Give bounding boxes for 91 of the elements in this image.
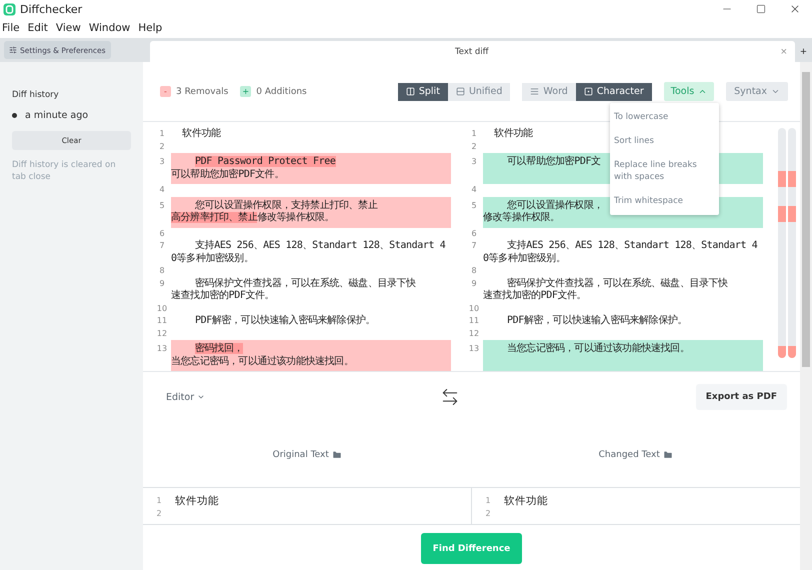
- line-number: 7: [158, 240, 166, 252]
- menu-item[interactable]: Replace line breaks with spaces: [614, 153, 715, 189]
- pane-label: Changed Text: [598, 450, 660, 460]
- code-line: 密码保护文件查找器，可以在系统、磁盘、目录下快: [194, 278, 416, 290]
- code-line: 可以帮助您加密PDF文件。: [171, 168, 284, 181]
- code-line: 支持AES 256、AES 128、Standart 128、Standart 4: [506, 240, 758, 252]
- menu-item[interactable]: Sort lines: [614, 129, 715, 153]
- code-line: 软件功能: [181, 128, 221, 140]
- line-number: 7: [470, 240, 478, 252]
- line-number: 6: [470, 228, 478, 240]
- columns-icon: [406, 87, 415, 96]
- menu-item[interactable]: Window: [88, 22, 130, 34]
- code-line: PDF解密，可以快速输入密码来解除保护。: [506, 315, 688, 328]
- menu-item[interactable]: File: [2, 22, 20, 34]
- scrollbar[interactable]: [800, 62, 812, 570]
- code-line: 0等多种加密级别。: [483, 252, 566, 265]
- close-icon: [789, 3, 801, 15]
- line-number: 4: [470, 184, 478, 196]
- code-line: 软件功能: [493, 128, 533, 140]
- chevron-down-icon: [197, 393, 206, 401]
- line-number: 1: [470, 128, 478, 140]
- line-number: 2: [155, 509, 163, 518]
- open-file-icon[interactable]: [332, 450, 342, 460]
- editor-mode-dropdown[interactable]: Editor: [166, 392, 206, 402]
- line-number: 5: [470, 200, 478, 212]
- code-line: 速查找加密的PDF文件。: [171, 290, 274, 302]
- editor-line[interactable]: 软件功能: [504, 494, 548, 508]
- export-button[interactable]: Export as PDF: [696, 384, 787, 410]
- line-number: 9: [470, 278, 478, 290]
- window-title: Diffchecker: [20, 2, 84, 16]
- line-number: 1: [158, 128, 166, 140]
- code-line: 当您忘记密码，可以通过该功能快速找回。: [171, 356, 354, 368]
- menu-item[interactable]: Trim whitespace: [614, 189, 715, 213]
- line-number: 12: [156, 328, 168, 340]
- code-line: 您可以设置操作权限，支持禁止打印、禁止: [194, 200, 378, 212]
- code-line: PDF解密，可以快速输入密码来解除保护。: [194, 315, 376, 328]
- code-line: 高分辨率打印、禁止修改等操作权限。: [171, 212, 334, 224]
- line-number: 13: [468, 343, 480, 355]
- removals-count: 3 Removals: [176, 86, 228, 96]
- code-line: 修改等操作权限。: [483, 212, 560, 224]
- line-number: 4: [158, 184, 166, 196]
- line-number: 5: [158, 200, 166, 212]
- additions-count: 0 Additions: [256, 86, 307, 96]
- code-line: 您可以设置操作权限，: [506, 200, 604, 212]
- code-line: 当您忘记密码，可以通过该功能快速找回。: [506, 343, 690, 356]
- app-logo-icon: [3, 2, 16, 16]
- sliders-icon: [9, 46, 17, 54]
- line-number: 9: [158, 278, 166, 290]
- line-number: 11: [468, 315, 480, 327]
- precision-toggle[interactable]: Character: [576, 82, 652, 100]
- additions-sign: +: [240, 86, 252, 97]
- code-line: 速查找加密的PDF文件。: [483, 290, 586, 302]
- code-line: 密码保护文件查找器，可以在系统、磁盘、目录下快: [506, 278, 728, 290]
- radio-button[interactable]: [12, 113, 17, 118]
- new-tab-button[interactable]: +: [795, 41, 812, 62]
- code-line: 可以帮助您加密PDF文: [506, 156, 601, 168]
- line-number: 13: [156, 343, 168, 355]
- line-number: 2: [470, 140, 478, 152]
- sidebar-heading: Diff history: [12, 90, 60, 100]
- chevron-down-icon: [771, 87, 780, 96]
- line-number: 10: [156, 302, 168, 314]
- menu-item[interactable]: View: [56, 22, 81, 34]
- line-number: 12: [468, 328, 480, 340]
- code-line: 0等多种加密级别。: [171, 252, 254, 265]
- line-number: 2: [158, 140, 166, 152]
- menu-item[interactable]: To lowercase: [614, 105, 715, 129]
- line-number: 1: [155, 496, 163, 505]
- editor-line[interactable]: 软件功能: [175, 494, 219, 508]
- line-number: 3: [470, 156, 478, 168]
- view-mode-toggle[interactable]: Split: [398, 82, 448, 100]
- chevron-up-icon: [698, 87, 708, 96]
- line-number: 8: [470, 265, 478, 277]
- line-number: 2: [484, 509, 492, 518]
- line-number: 10: [468, 302, 480, 314]
- menu-item[interactable]: Edit: [28, 22, 48, 34]
- line-number: 1: [484, 496, 492, 505]
- removals-sign: -: [160, 86, 171, 97]
- line-number: 3: [158, 156, 166, 168]
- pane-label: Original Text: [272, 450, 329, 460]
- maximize-icon: [756, 4, 766, 14]
- line-number: 6: [158, 228, 166, 240]
- open-file-icon[interactable]: [662, 450, 673, 460]
- menu-item[interactable]: Help: [138, 22, 162, 34]
- history-note: Diff history is cleared on tab close: [12, 159, 117, 183]
- lines-icon: [530, 87, 540, 96]
- rows-icon: [456, 87, 465, 96]
- history-item[interactable]: a minute ago: [25, 110, 88, 121]
- line-number: 11: [156, 315, 168, 327]
- tab[interactable]: Text diff ×: [150, 41, 795, 62]
- line-number: 8: [158, 265, 166, 277]
- code-line: 支持AES 256、AES 128、Standart 128、Standart 4: [194, 240, 446, 252]
